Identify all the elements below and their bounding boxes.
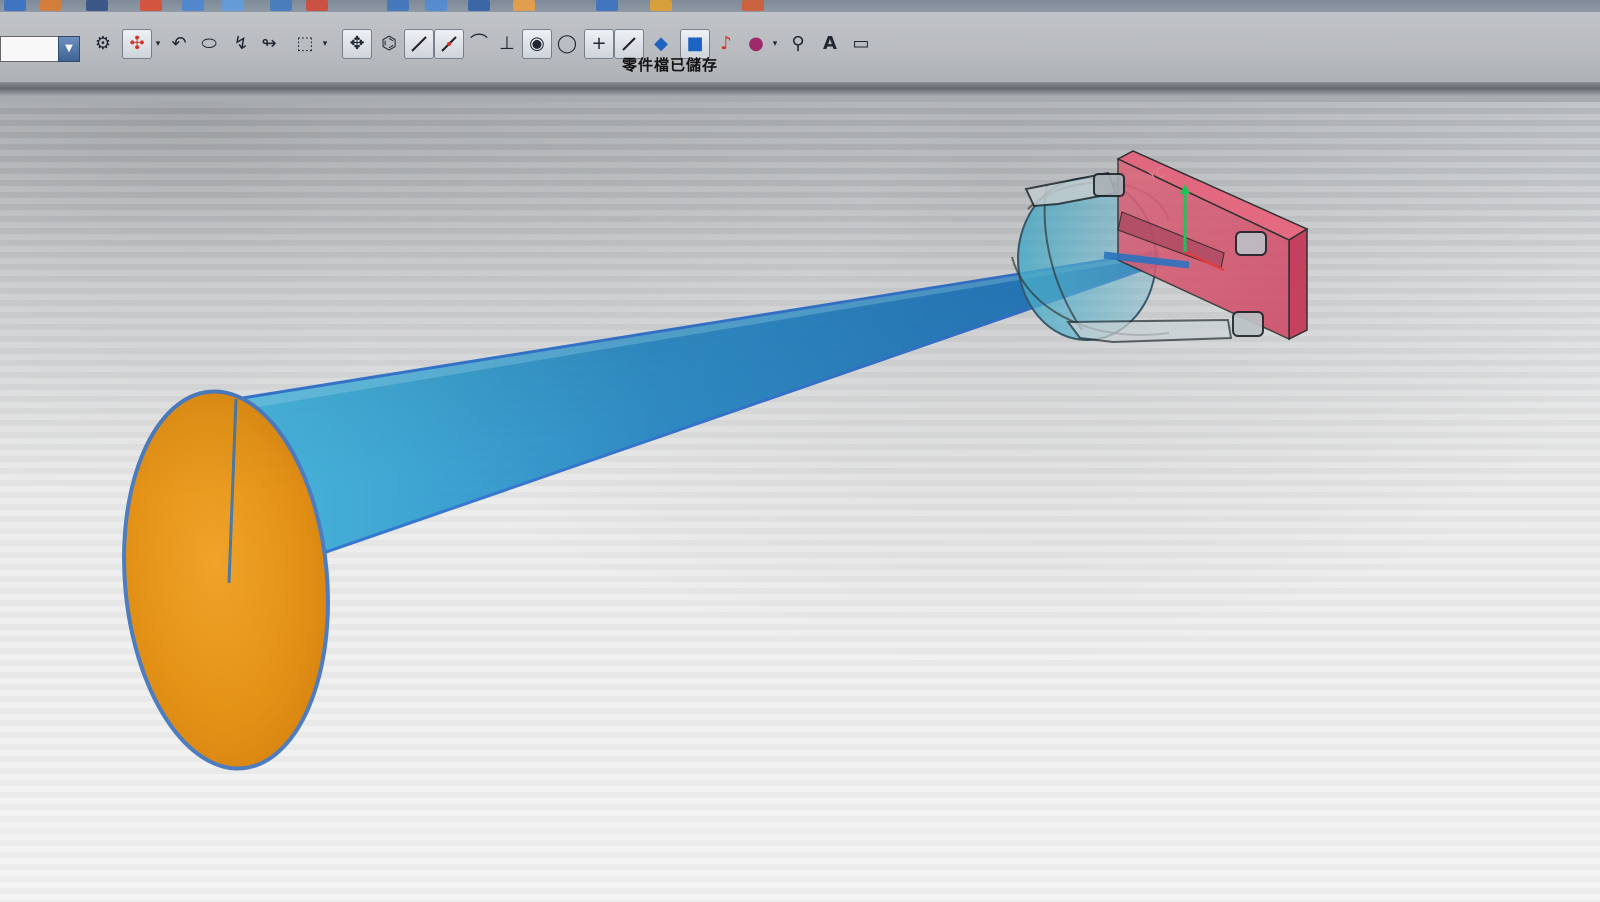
top-toolbar-icon[interactable] bbox=[596, 0, 618, 11]
status-message: 零件檔已儲存 bbox=[622, 56, 719, 74]
main-toolbar: ▼ ⚙ ✣ ▾ ↶ ⬭ ↯ ↬ ⬚ ▾ ✥ ⌬ ⌒ ⊥ ◉ ◯ + ◆ ■ ♪ … bbox=[0, 14, 1600, 62]
cad-application-window: ▼ ⚙ ✣ ▾ ↶ ⬭ ↯ ↬ ⬚ ▾ ✥ ⌬ ⌒ ⊥ ◉ ◯ + ◆ ■ ♪ … bbox=[0, 0, 1600, 902]
arc-tangent-icon[interactable]: ⌒ bbox=[464, 29, 494, 59]
plus-point-icon[interactable]: + bbox=[584, 29, 614, 59]
hook-icon[interactable]: ↬ bbox=[254, 29, 284, 59]
slash-line-icon[interactable] bbox=[434, 29, 464, 59]
chevron-down-icon[interactable]: ▾ bbox=[151, 29, 165, 59]
clip-left-top[interactable] bbox=[1093, 173, 1125, 197]
measure-icon[interactable]: ⚲ bbox=[783, 29, 813, 59]
top-toolbar-icon[interactable] bbox=[86, 0, 108, 11]
toolbar-bevel bbox=[0, 82, 1600, 96]
select-filter-icon[interactable]: ⚙ bbox=[88, 29, 118, 59]
part-name-input[interactable] bbox=[0, 36, 60, 62]
toolbar-region: ▼ ⚙ ✣ ▾ ↶ ⬭ ↯ ↬ ⬚ ▾ ✥ ⌬ ⌒ ⊥ ◉ ◯ + ◆ ■ ♪ … bbox=[0, 0, 1600, 103]
solid-body-icon[interactable]: ⬭ bbox=[194, 29, 224, 59]
model-scene[interactable]: YC bbox=[0, 102, 1600, 902]
housing-assembly[interactable]: YC bbox=[1011, 150, 1309, 344]
top-toolbar-icon[interactable] bbox=[513, 0, 535, 11]
component-icon[interactable]: ✣ bbox=[122, 29, 152, 59]
top-toolbar-icon[interactable] bbox=[425, 0, 447, 11]
clip-right-middle[interactable] bbox=[1235, 231, 1267, 256]
rectangle-select-icon[interactable]: ⬚ bbox=[290, 29, 320, 59]
curve-icon[interactable]: ↯ bbox=[226, 29, 256, 59]
pink-part-side[interactable] bbox=[1288, 227, 1308, 341]
feature-icon[interactable]: ⌬ bbox=[374, 29, 404, 59]
top-toolbar-icon[interactable] bbox=[182, 0, 204, 11]
undo-icon[interactable]: ↶ bbox=[164, 29, 194, 59]
top-toolbar-icon[interactable] bbox=[387, 0, 409, 11]
top-toolbar-icon[interactable] bbox=[140, 0, 162, 11]
center-point-icon[interactable]: ◉ bbox=[522, 29, 552, 59]
chevron-down-icon[interactable]: ▾ bbox=[768, 29, 782, 59]
top-toolbar-icon[interactable] bbox=[468, 0, 490, 11]
graphics-viewport[interactable]: YC bbox=[0, 102, 1600, 902]
top-toolbar-icon[interactable] bbox=[270, 0, 292, 11]
snap-points-icon[interactable]: ✥ bbox=[342, 29, 372, 59]
cone-body[interactable] bbox=[233, 250, 1161, 554]
bracket-bottom[interactable] bbox=[1066, 318, 1233, 344]
frame-icon[interactable]: ▭ bbox=[846, 29, 876, 59]
text-icon[interactable]: A bbox=[815, 29, 845, 59]
render-sphere-icon[interactable]: ● bbox=[741, 29, 771, 59]
top-toolbar-icon[interactable] bbox=[306, 0, 328, 11]
clip-right-bottom[interactable] bbox=[1232, 311, 1264, 337]
top-toolbar-icon[interactable] bbox=[4, 0, 26, 11]
top-toolbar-icon[interactable] bbox=[650, 0, 672, 11]
top-toolbar-icon[interactable] bbox=[40, 0, 62, 11]
top-toolbar-icon[interactable] bbox=[742, 0, 764, 11]
top-toolbar-icon[interactable] bbox=[222, 0, 244, 11]
top-icon-strip bbox=[0, 0, 1600, 12]
line-icon[interactable] bbox=[404, 29, 434, 59]
circle-icon[interactable]: ◯ bbox=[552, 29, 582, 59]
split-icon[interactable]: ⊥ bbox=[492, 29, 522, 59]
chevron-down-icon[interactable]: ▼ bbox=[58, 36, 80, 62]
chevron-down-icon[interactable]: ▾ bbox=[318, 29, 332, 59]
